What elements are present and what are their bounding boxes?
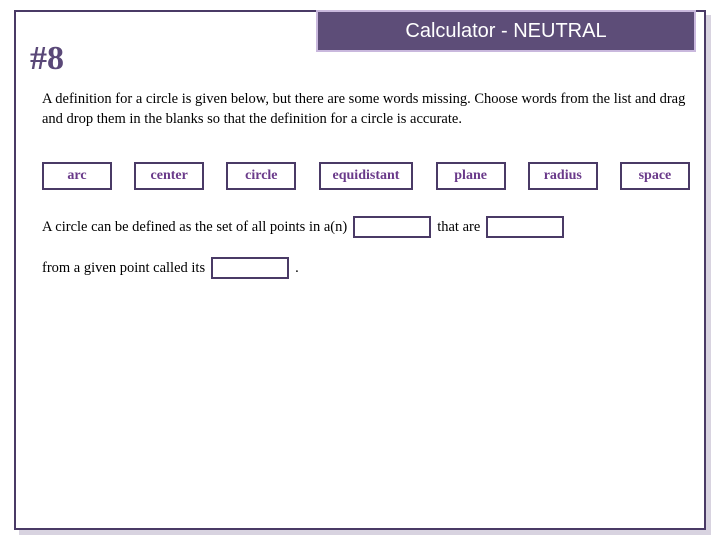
sentence-part-2: that are	[437, 210, 480, 245]
word-chip-center[interactable]: center	[134, 162, 204, 190]
word-chip-plane[interactable]: plane	[436, 162, 506, 190]
sentence-part-3: from a given point called its	[42, 251, 205, 286]
word-chip-radius[interactable]: radius	[528, 162, 598, 190]
calculator-banner: Calculator - NEUTRAL	[316, 10, 696, 52]
blank-1[interactable]	[353, 216, 431, 238]
word-chip-circle[interactable]: circle	[226, 162, 296, 190]
word-chip-arc[interactable]: arc	[42, 162, 112, 190]
blank-2[interactable]	[486, 216, 564, 238]
blank-3[interactable]	[211, 257, 289, 279]
word-chip-space[interactable]: space	[620, 162, 690, 190]
question-number: #8	[30, 40, 64, 78]
sentence-area: A circle can be defined as the set of al…	[42, 210, 690, 292]
sentence-part-4: .	[295, 251, 299, 286]
question-frame: Calculator - NEUTRAL #8 A definition for…	[14, 10, 706, 530]
instructions-text: A definition for a circle is given below…	[42, 90, 686, 129]
word-chip-equidistant[interactable]: equidistant	[319, 162, 414, 190]
word-bank: arc center circle equidistant plane radi…	[42, 162, 690, 190]
sentence-part-1: A circle can be defined as the set of al…	[42, 210, 347, 245]
